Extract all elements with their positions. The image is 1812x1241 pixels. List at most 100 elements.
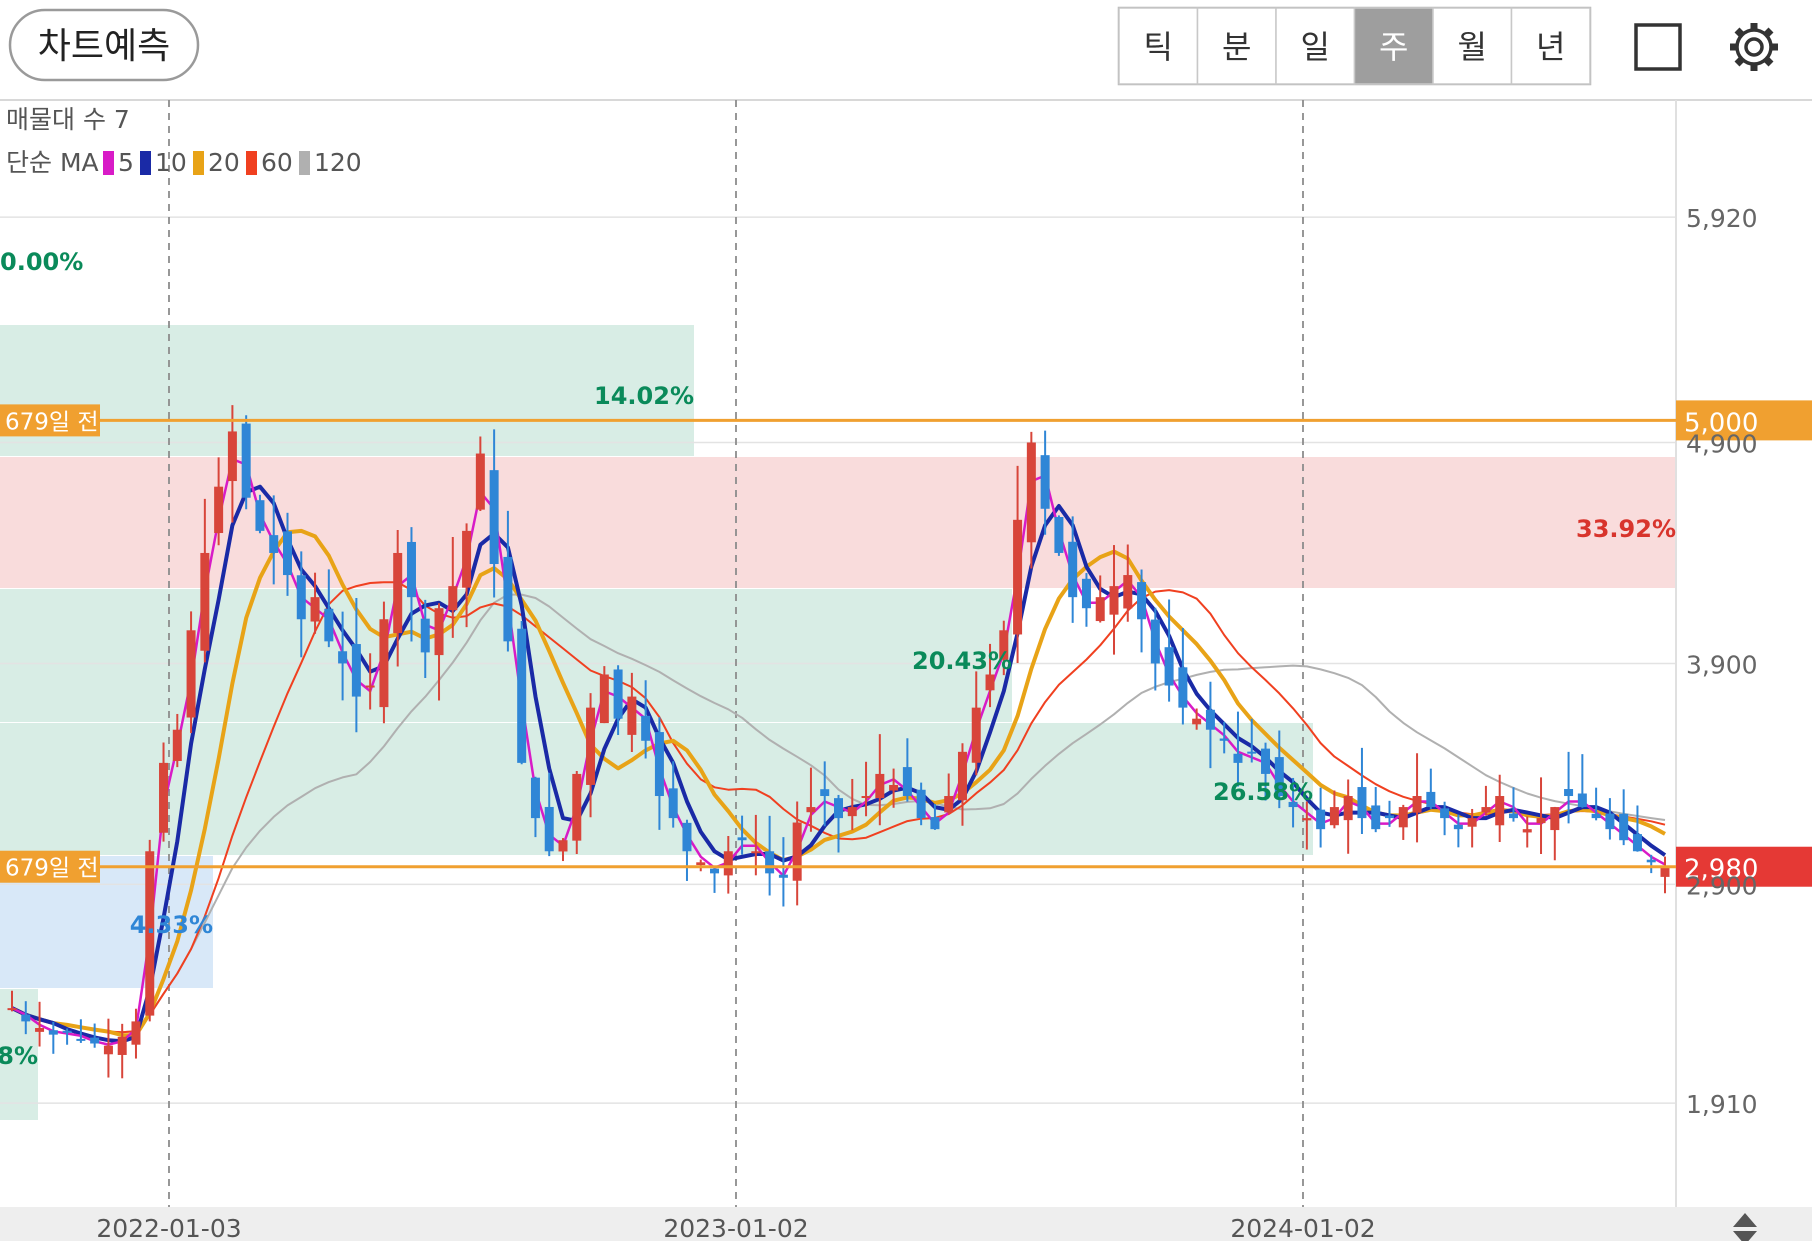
candle-body [1316, 809, 1326, 830]
y-axis: 5,920 4,900 3,900 2,900 1,910 [1686, 204, 1758, 1119]
x-tick-label: 2022-01-03 [96, 1214, 241, 1241]
candle-body [1302, 818, 1312, 821]
candle-body [723, 851, 733, 876]
candle-body [269, 535, 279, 553]
candle [1054, 515, 1064, 556]
period-tab-6[interactable]: 년 [1510, 7, 1591, 85]
candle-body [847, 807, 857, 817]
zone-percent-label: 14.02% [594, 382, 694, 410]
candle-body [365, 685, 375, 688]
candle-body [1495, 796, 1505, 826]
candle [255, 494, 265, 534]
x-tick-label: 2024-01-02 [1230, 1214, 1375, 1241]
zone-percent-label: 20.43% [912, 647, 1012, 675]
candle [1081, 573, 1091, 627]
zone-percent-label: 1.28% [0, 1042, 38, 1070]
candle-body [1632, 834, 1642, 852]
candle [1550, 806, 1560, 861]
candle-body [1591, 813, 1601, 819]
candle-body [710, 868, 720, 874]
ma-swatch [140, 151, 151, 175]
period-tab-3[interactable]: 일 [1275, 7, 1356, 85]
candle [1481, 785, 1491, 816]
zone-percent-label: 33.92% [1576, 515, 1676, 543]
candle-body [792, 822, 802, 881]
candle-body [806, 807, 816, 813]
candle-body [1137, 582, 1147, 620]
zone-percent-label: 26.58% [1213, 778, 1313, 806]
candle-body [668, 788, 678, 819]
candle-body [296, 575, 306, 620]
ma-swatch [246, 151, 257, 175]
candle-body [1247, 751, 1257, 754]
ma-period-label: 10 [155, 148, 187, 177]
candle-body [517, 628, 527, 763]
candle-body [1081, 578, 1091, 609]
volume-zone [0, 457, 1676, 588]
period-tab-label: 주 [1379, 28, 1408, 66]
chart-predict-button[interactable]: 차트예측 [8, 8, 200, 82]
period-tab-label: 월 [1458, 28, 1487, 66]
candle [682, 819, 692, 881]
candle-body [654, 732, 664, 797]
candle-body [544, 806, 554, 852]
candle-body [48, 1030, 58, 1035]
candle-body [1467, 818, 1477, 827]
candle [1357, 747, 1367, 835]
period-tab-4[interactable]: 주 [1353, 7, 1434, 85]
period-tab-5[interactable]: 월 [1432, 7, 1513, 85]
period-tab-1[interactable]: 틱 [1118, 7, 1199, 85]
candle-body [1357, 787, 1367, 819]
candle-body [1412, 796, 1422, 813]
candle-body [255, 500, 265, 531]
ma-swatch [299, 151, 310, 175]
candle-body [1068, 541, 1078, 598]
candle [379, 601, 389, 724]
candle-body [1205, 709, 1215, 730]
candle [1316, 787, 1326, 848]
candle-body [1619, 813, 1629, 841]
gear-icon [1730, 23, 1778, 71]
candle-body [1426, 791, 1436, 808]
candle-body [76, 1038, 86, 1041]
period-tab-2[interactable]: 분 [1196, 7, 1277, 85]
candle-body [324, 608, 334, 642]
candle-body [103, 1045, 113, 1055]
candle-body [1522, 829, 1532, 833]
candle-body [572, 773, 582, 841]
period-tab-label: 틱 [1144, 28, 1173, 66]
candle-body [944, 796, 954, 813]
candle-body [1123, 575, 1133, 609]
stock-chart[interactable]: 차트예측 틱분일주월년 679일 전 5,000679일 전 2,980 0.00%… [0, 0, 1812, 1241]
candle-body [1343, 796, 1353, 821]
candle-body [1095, 597, 1105, 622]
candle-body [985, 674, 995, 691]
candle-body [916, 789, 926, 819]
candle-body [310, 597, 320, 622]
indicator-legend: 매물대 수 7 단순 MA 5 10 20 60 120 [6, 105, 362, 177]
candle-body [1150, 619, 1160, 664]
candle-body [930, 817, 940, 830]
candle-body [1371, 805, 1381, 830]
x-tick-label: 2023-01-02 [663, 1214, 808, 1241]
candle-body [1508, 813, 1518, 819]
period-tab-group: 틱분일주 월년 [1117, 6, 1592, 86]
settings-button[interactable] [1730, 23, 1778, 71]
layout-button[interactable] [1634, 23, 1682, 71]
candle-body [599, 674, 609, 724]
top-toolbar: 차트예측 틱 분 일 주 월 년 [0, 6, 1812, 101]
candle-body [1453, 824, 1463, 830]
candle-body [737, 837, 747, 841]
candle [599, 666, 609, 724]
candle-body [1026, 442, 1036, 543]
candle [241, 415, 251, 510]
ma-swatch [103, 151, 114, 175]
candle-body [62, 1030, 72, 1033]
candle-body [1550, 807, 1560, 831]
zone-percent-label: 4.33% [130, 911, 213, 939]
y-tick-label: 4,900 [1686, 429, 1758, 458]
candle-body [475, 453, 485, 510]
candle-body [1109, 586, 1119, 615]
candle-body [283, 531, 292, 576]
candle-body [1398, 807, 1408, 828]
